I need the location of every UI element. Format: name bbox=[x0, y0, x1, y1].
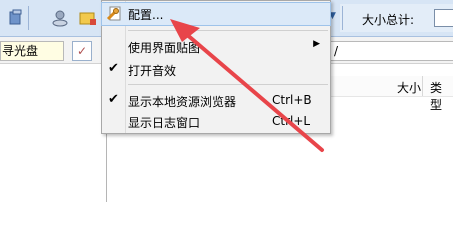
path-input[interactable]: / bbox=[330, 41, 453, 61]
menu-item-ui-skin[interactable]: 使用界面贴图 ▶ bbox=[102, 36, 330, 58]
menu-item-log-window[interactable]: 显示日志窗口 Ctrl+L bbox=[102, 111, 330, 133]
column-divider[interactable] bbox=[422, 76, 423, 96]
menu-item-sound[interactable]: ✔ 打开音效 bbox=[102, 59, 330, 81]
menu-separator bbox=[128, 84, 328, 85]
check-icon: ✔ bbox=[108, 61, 119, 76]
total-size-label: 大小总计: bbox=[362, 13, 415, 27]
column-header-type[interactable]: 类型 bbox=[430, 79, 453, 113]
check-button[interactable]: ✓ bbox=[72, 41, 92, 61]
menu-item-label: 配置... bbox=[128, 8, 164, 22]
total-size-field bbox=[434, 9, 453, 27]
disc-user-icon[interactable] bbox=[50, 8, 70, 28]
menu-item-local-browser[interactable]: ✔ 显示本地资源浏览器 Ctrl+B bbox=[102, 90, 330, 112]
menu-item-shortcut: Ctrl+B bbox=[272, 93, 312, 107]
menu-item-config[interactable]: 配置... bbox=[101, 2, 331, 26]
column-header-size[interactable]: 大小 bbox=[397, 79, 421, 96]
drive-selector[interactable]: 寻光盘 bbox=[0, 41, 64, 61]
folder-icon[interactable] bbox=[78, 8, 98, 28]
wrench-page-icon bbox=[106, 6, 121, 21]
menu-separator bbox=[128, 30, 328, 31]
menu-item-label: 显示日志窗口 bbox=[128, 116, 201, 130]
toolbar-separator bbox=[28, 6, 29, 30]
check-icon: ✔ bbox=[108, 92, 119, 107]
menu-item-label: 打开音效 bbox=[128, 64, 177, 78]
submenu-arrow-icon: ▶ bbox=[313, 39, 320, 49]
toolbar-tool-icon[interactable] bbox=[6, 8, 26, 28]
menu-item-shortcut: Ctrl+L bbox=[272, 114, 311, 128]
menu-item-label: 显示本地资源浏览器 bbox=[128, 95, 237, 109]
menu-item-label: 使用界面贴图 bbox=[128, 41, 201, 55]
toolbar-separator bbox=[342, 6, 343, 30]
